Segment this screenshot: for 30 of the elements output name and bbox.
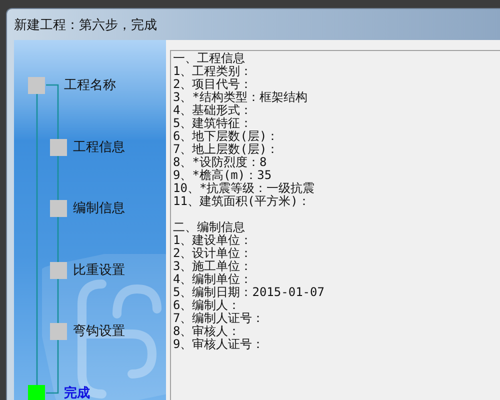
summary-line: 3、*结构类型：框架结构	[173, 91, 308, 104]
section-heading: 二、编制信息	[173, 221, 246, 234]
summary-line: 7、编制人证号：	[173, 312, 266, 325]
step-label[interactable]: 弯钩设置	[73, 323, 125, 340]
summary-line: 6、地下层数(层)：	[173, 130, 280, 143]
step-label[interactable]: 完成	[64, 384, 90, 400]
summary-line: 8、*设防烈度：8	[173, 156, 268, 169]
summary-line: 2、设计单位：	[173, 247, 254, 260]
summary-line: 5、编制日期：2015-01-07	[173, 286, 326, 299]
summary-line: 9、*檐高(m)：35	[173, 169, 273, 182]
summary-line: 8、审核人：	[173, 325, 242, 338]
summary-line: 7、地上层数(层)：	[173, 143, 280, 156]
summary-text-area[interactable]	[170, 50, 500, 400]
summary-line: 10、*抗震等级：一级抗震	[173, 182, 316, 195]
summary-line: 11、建筑面积(平方米)：	[173, 195, 311, 208]
step-label[interactable]: 工程名称	[64, 77, 116, 94]
step-label[interactable]: 比重设置	[73, 262, 125, 279]
section-heading: 一、工程信息	[173, 52, 246, 65]
window-title: 新建工程：第六步，完成	[14, 16, 157, 34]
summary-line: 4、编制单位：	[173, 273, 254, 286]
summary-line: 2、项目代号：	[173, 78, 254, 91]
summary-line: 1、工程类别：	[173, 65, 254, 78]
summary-line: 5、建筑特征：	[173, 117, 254, 130]
step-label[interactable]: 编制信息	[73, 200, 125, 218]
summary-line: 3、施工单位：	[173, 260, 254, 273]
summary-line: 1、建设单位：	[173, 234, 254, 247]
summary-line: 6、编制人：	[173, 299, 242, 312]
summary-line: 4、基础形式：	[173, 104, 254, 117]
summary-line: 9、审核人证号：	[173, 338, 266, 351]
step-label[interactable]: 工程信息	[73, 138, 125, 156]
